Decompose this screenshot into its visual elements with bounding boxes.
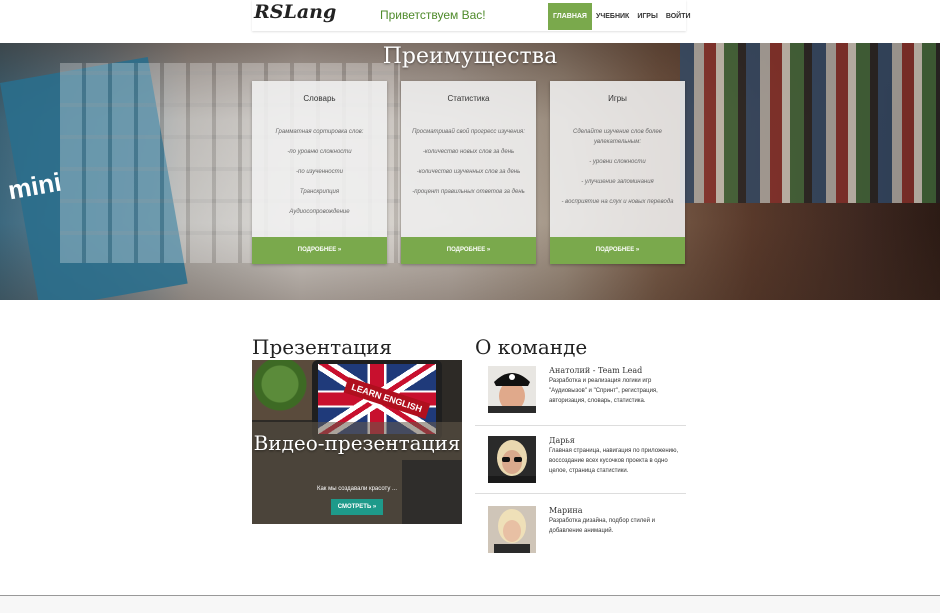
member-description: Разработка и реализация логики игр "Ауди…	[549, 378, 658, 404]
card-line: Сделайте изучение слов более увлекательн…	[572, 129, 662, 145]
feature-card-games: Игры Сделайте изучение слов более увлека…	[550, 81, 685, 264]
greeting-text: Приветствуем Вас!	[380, 8, 486, 22]
member-description: Главная страница, навигация по приложени…	[549, 448, 679, 474]
feature-card-statistics: Статистика Просматривай свой прогресс из…	[401, 81, 536, 264]
card-line: - восприятие на слух и новых перевода	[561, 199, 674, 205]
member-name: Дарья	[549, 436, 575, 445]
presentation-video-card[interactable]: LEARN ENGLISH Видео-презентация Как мы с…	[252, 360, 462, 524]
nav-item-login[interactable]: ВОЙТИ	[662, 3, 695, 30]
member-description: Разработка дизайна, подбор стилей и доба…	[549, 518, 655, 534]
video-title: Видео-презентация	[253, 431, 461, 455]
card-title: Словарь	[303, 94, 336, 103]
logo[interactable]: RSLang	[254, 1, 336, 23]
nav-item-home[interactable]: ГЛАВНАЯ	[548, 3, 592, 30]
nav-item-games[interactable]: ИГРЫ	[633, 3, 662, 30]
member-name: Марина	[549, 506, 583, 515]
main-nav: ГЛАВНАЯ УЧЕБНИК ИГРЫ ВОЙТИ	[548, 3, 695, 30]
avatar	[488, 436, 536, 483]
team-section-title: О команде	[475, 335, 588, 359]
team-member: Анатолий - Team Lead Разработка и реализ…	[475, 366, 686, 426]
hands-image	[402, 460, 462, 524]
card-line: - уровни сложности	[589, 159, 646, 165]
more-button-games[interactable]: ПОДРОБНЕЕ »	[550, 237, 685, 264]
presentation-section-title: Презентация	[252, 335, 392, 359]
card-line: - улучшение запоминания	[581, 179, 654, 185]
team-member: Дарья Главная страница, навигация по при…	[475, 436, 686, 494]
card-line: -по уровню сложности	[287, 149, 352, 155]
site-header: RSLang Приветствуем Вас! ГЛАВНАЯ УЧЕБНИК…	[252, 0, 691, 31]
card-body: Грамматная сортировка слов: -по уровню с…	[260, 127, 379, 227]
card-title: Игры	[608, 94, 627, 103]
hero-section: mini Преимущества Словарь Грамматная сор…	[0, 43, 940, 300]
nav-item-textbook[interactable]: УЧЕБНИК	[592, 3, 633, 30]
card-body: Сделайте изучение слов более увлекательн…	[558, 127, 677, 217]
member-name: Анатолий - Team Lead	[549, 366, 643, 375]
card-body: Просматривай свой прогресс изучения: -ко…	[409, 127, 528, 207]
card-line: -количество новых слов за день	[422, 149, 515, 155]
card-line: -процент правильных ответов за день	[412, 189, 525, 195]
feature-cards: Словарь Грамматная сортировка слов: -по …	[252, 81, 686, 264]
video-subtitle: Как мы создавали красоту ...	[316, 486, 398, 492]
card-title: Статистика	[447, 94, 490, 103]
team-member: Марина Разработка дизайна, подбор стилей…	[475, 506, 686, 556]
feature-card-dictionary: Словарь Грамматная сортировка слов: -по …	[252, 81, 387, 264]
card-line: -по изученности	[296, 169, 343, 175]
avatar	[488, 366, 536, 413]
card-line: Аудиосопровождение	[289, 209, 350, 215]
more-button-statistics[interactable]: ПОДРОБНЕЕ »	[401, 237, 536, 264]
more-button-dictionary[interactable]: ПОДРОБНЕЕ »	[252, 237, 387, 264]
card-line: Просматривай свой прогресс изучения:	[412, 129, 525, 135]
card-line: -количество изученных слов за день	[416, 169, 521, 175]
footer	[0, 596, 940, 613]
card-line: Транскрипция	[299, 189, 340, 195]
watch-button[interactable]: СМОТРЕТЬ »	[331, 499, 383, 515]
hero-title: Преимущества	[382, 44, 558, 69]
card-line: Грамматная сортировка слов:	[275, 129, 364, 135]
avatar	[488, 506, 536, 553]
